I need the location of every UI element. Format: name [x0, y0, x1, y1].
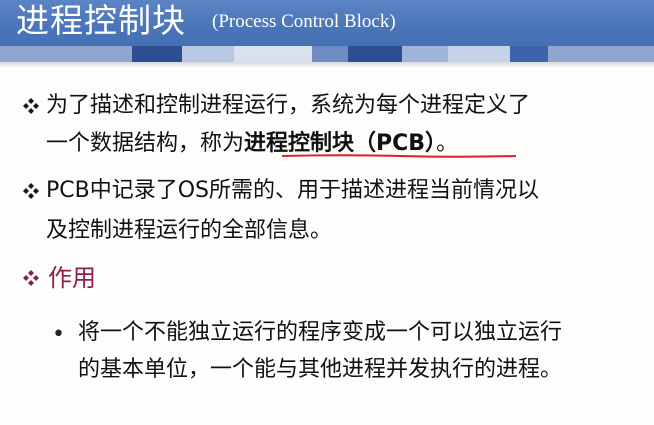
sub-bullet-line-2: 的基本单位，一个能与其他进程并发执行的进程。	[78, 357, 563, 382]
sub-bullet-line-1: 将一个不能独立运行的程序变成一个可以独立运行	[78, 320, 563, 345]
bullet-1-line-1: 为了描述和控制进程运行，系统为每个进程定义了	[46, 93, 531, 118]
section-heading: 作用	[48, 264, 96, 292]
pcb-underline	[281, 154, 517, 158]
four-diamond-bullet-icon	[23, 183, 39, 199]
slide: 进程控制块 (Process Control Block) 为了描述和控制进程运…	[0, 0, 654, 425]
sub-bullet-dot: •	[52, 322, 65, 347]
bullet-2-line-1: PCB中记录了OS所需的、用于描述进程当前情况以	[46, 178, 540, 203]
slide-content: 为了描述和控制进程运行，系统为每个进程定义了 一个数据结构，称为进程控制块（PC…	[0, 0, 654, 425]
bullet-1-prefix: 一个数据结构，称为	[46, 131, 245, 156]
bullet-2-line-2: 及控制进程运行的全部信息。	[46, 218, 333, 243]
four-diamond-bullet-icon	[23, 270, 39, 286]
four-diamond-bullet-icon	[23, 98, 39, 114]
